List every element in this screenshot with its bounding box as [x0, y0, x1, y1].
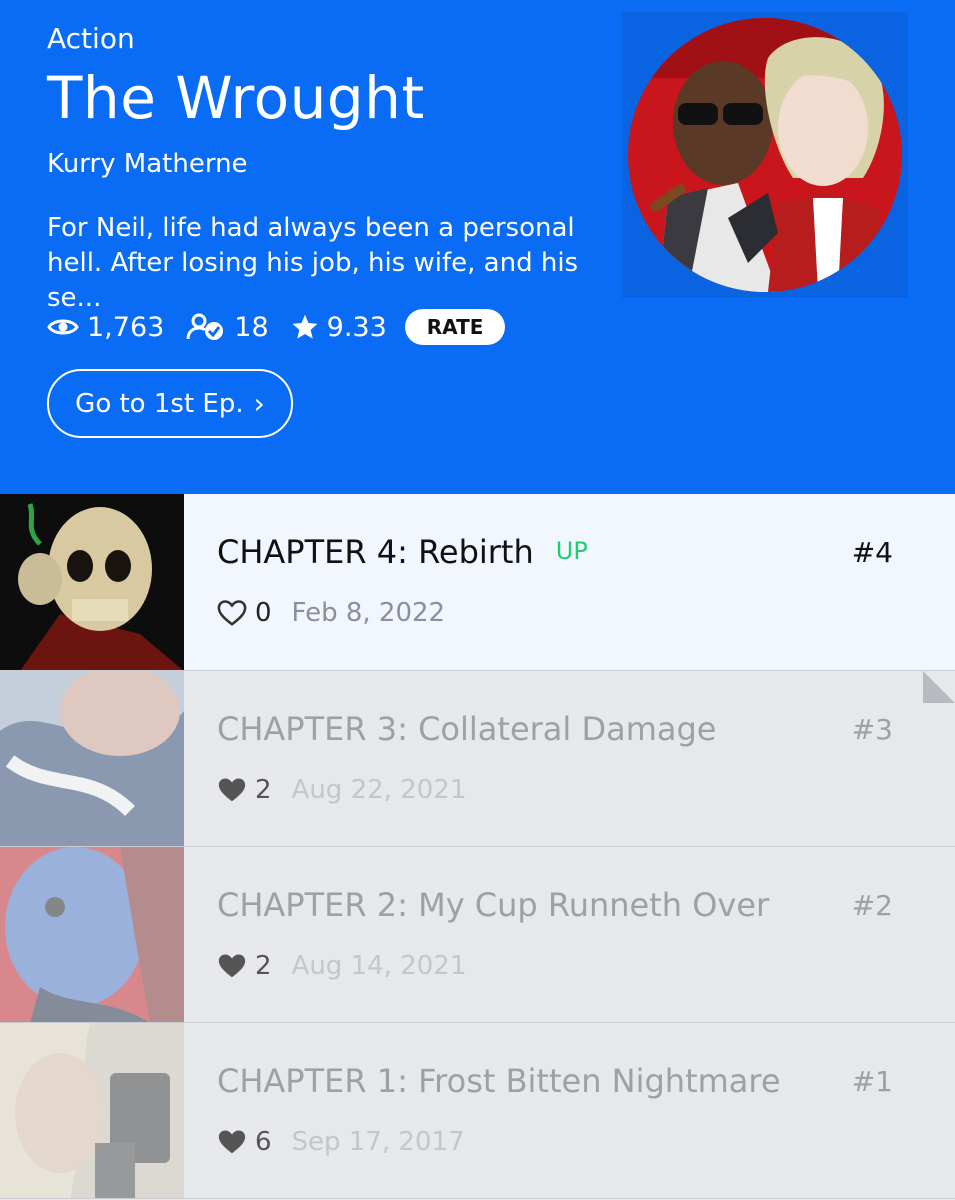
series-cover-frame [622, 12, 908, 298]
heart-filled-icon [218, 778, 246, 802]
episode-date: Sep 17, 2017 [291, 1127, 465, 1157]
eye-icon [47, 319, 79, 335]
rating-stat: 9.33 [291, 312, 387, 343]
episode-date: Aug 14, 2021 [291, 951, 467, 981]
series-header: Action The Wrought Kurry Matherne For Ne… [0, 0, 955, 494]
episode-list: CHAPTER 4: Rebirth UP #4 0 Feb 8, 2022 CH… [0, 494, 955, 1199]
heart-filled-icon [218, 954, 246, 978]
views-count: 1,763 [87, 311, 165, 343]
stats-row: 1,763 18 9.33 RATE [47, 307, 506, 347]
episode-thumbnail [0, 1023, 184, 1198]
episode-meta: 6 Sep 17, 2017 [217, 1127, 465, 1157]
up-badge: UP [555, 537, 588, 565]
episode-thumbnail [0, 494, 184, 670]
episode-title: CHAPTER 3: Collateral Damage [217, 710, 717, 748]
episode-meta: 2 Aug 14, 2021 [217, 951, 466, 981]
episode-date: Aug 22, 2021 [291, 775, 467, 805]
first-episode-label: Go to 1st Ep. [75, 388, 244, 419]
chevron-right-icon: › [253, 387, 265, 420]
like-count: 2 [255, 951, 272, 981]
episode-title: CHAPTER 2: My Cup Runneth Over [217, 886, 770, 924]
read-corner-fold [923, 671, 955, 703]
genre-label: Action [47, 22, 135, 55]
rate-button[interactable]: RATE [404, 309, 506, 345]
subscriber-icon [186, 313, 224, 340]
episode-date: Feb 8, 2022 [291, 598, 446, 628]
episode-title: CHAPTER 4: Rebirth UP [217, 533, 588, 571]
author-name[interactable]: Kurry Matherne [47, 149, 248, 179]
like-count: 6 [255, 1127, 272, 1157]
series-cover-image[interactable] [628, 18, 902, 292]
episode-number: #1 [851, 1065, 893, 1098]
rating-value: 9.33 [326, 311, 387, 343]
episode-thumbnail [0, 671, 184, 846]
heart-outline-icon [217, 600, 247, 626]
views-stat: 1,763 [47, 312, 164, 343]
star-icon [292, 314, 318, 339]
go-to-first-episode-button[interactable]: Go to 1st Ep. › [47, 369, 293, 438]
episode-row[interactable]: CHAPTER 3: Collateral Damage #3 2 Aug 22… [0, 671, 955, 847]
episode-number: #3 [851, 713, 893, 746]
episode-title-text: CHAPTER 4: Rebirth [217, 533, 534, 571]
episode-row[interactable]: CHAPTER 2: My Cup Runneth Over #2 2 Aug … [0, 847, 955, 1023]
subscribers-stat: 18 [186, 311, 269, 343]
like-count: 0 [255, 598, 272, 628]
like-count: 2 [255, 775, 272, 805]
episode-meta: 2 Aug 22, 2021 [217, 775, 466, 805]
heart-filled-icon [218, 1130, 246, 1154]
episode-row[interactable]: CHAPTER 1: Frost Bitten Nightmare #1 6 S… [0, 1023, 955, 1199]
episode-meta: 0 Feb 8, 2022 [217, 598, 445, 628]
episode-number: #4 [851, 536, 893, 569]
subscribers-count: 18 [234, 311, 269, 343]
episode-title: CHAPTER 1: Frost Bitten Nightmare [217, 1062, 781, 1100]
episode-thumbnail [0, 847, 184, 1022]
synopsis[interactable]: For Neil, life had always been a persona… [47, 211, 607, 316]
series-title: The Wrought [47, 64, 425, 132]
episode-row[interactable]: CHAPTER 4: Rebirth UP #4 0 Feb 8, 2022 [0, 494, 955, 671]
episode-number: #2 [851, 889, 893, 922]
